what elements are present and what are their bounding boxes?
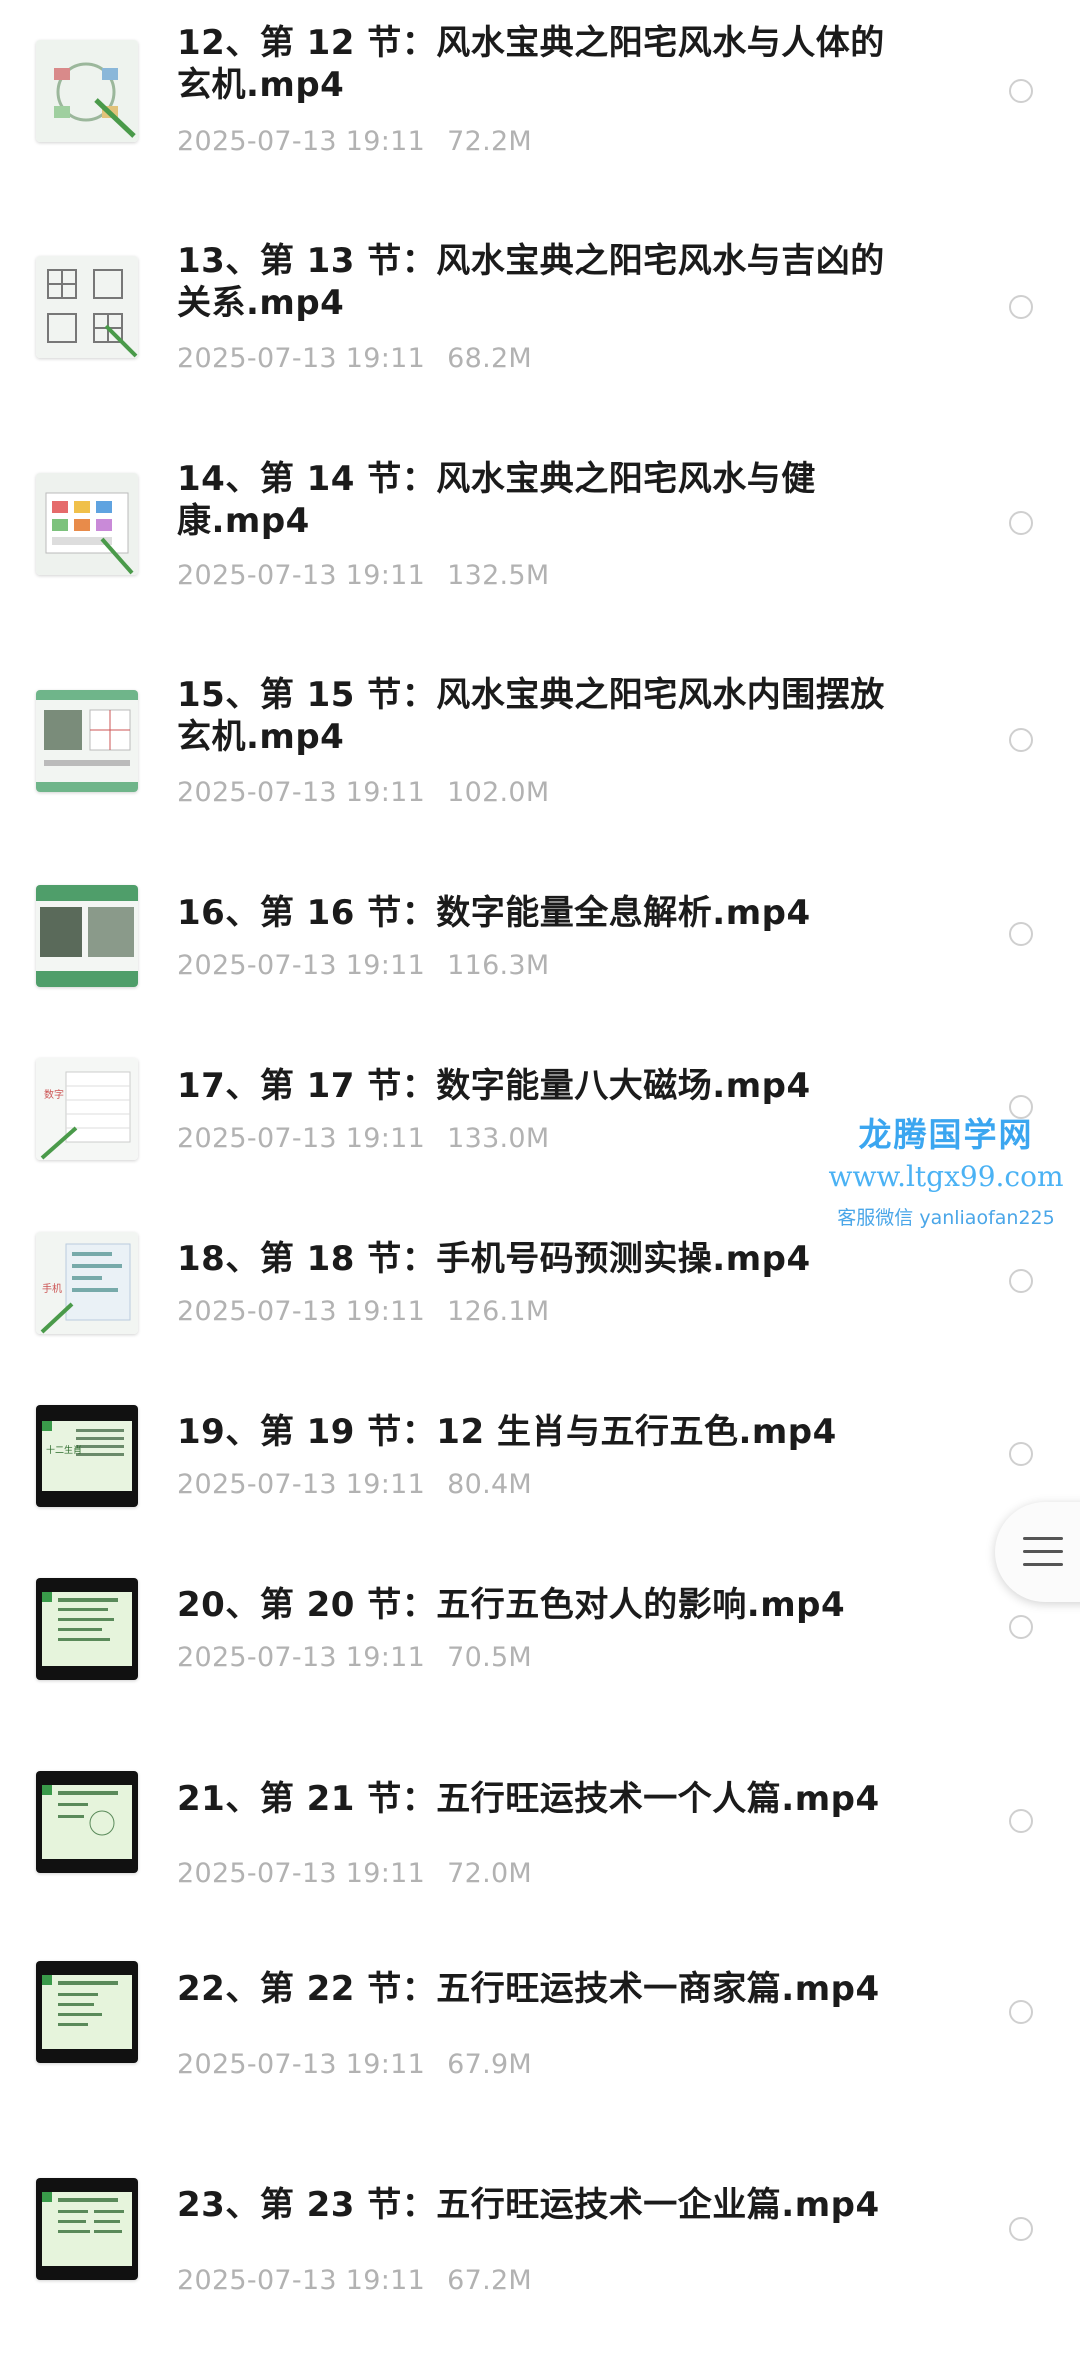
file-title: 12、第 12 节：风水宝典之阳宅风水与人体的玄机.mp4 xyxy=(177,23,885,105)
file-date: 2025-07-13 19:11 xyxy=(177,2265,426,2296)
video-thumbnail-icon: 数字 xyxy=(36,1058,138,1160)
radio-circle-icon[interactable] xyxy=(1009,1615,1033,1639)
file-meta: 2025-07-13 19:11 67.9M xyxy=(177,2049,532,2081)
file-date: 2025-07-13 19:11 xyxy=(177,2049,426,2080)
svg-text:手机: 手机 xyxy=(42,1282,62,1295)
file-size: 133.0M xyxy=(447,1123,550,1154)
file-size: 72.0M xyxy=(447,1858,533,1889)
file-date: 2025-07-13 19:11 xyxy=(177,343,426,374)
file-size: 67.2M xyxy=(447,2265,533,2296)
file-meta: 2025-07-13 19:11 116.3M xyxy=(177,950,550,982)
file-date: 2025-07-13 19:11 xyxy=(177,1642,426,1673)
file-meta: 2025-07-13 19:11 72.2M xyxy=(177,126,532,158)
hamburger-menu-icon xyxy=(1023,1550,1063,1553)
file-size: 80.4M xyxy=(447,1469,533,1500)
file-meta: 2025-07-13 19:11 70.5M xyxy=(177,1642,532,1674)
video-thumbnail-icon xyxy=(36,473,138,575)
video-thumbnail-icon: 手机 xyxy=(36,1232,138,1334)
file-title: 23、第 23 节：五行旺运技术一企业篇.mp4 xyxy=(177,2185,880,2225)
file-title: 22、第 22 节：五行旺运技术一商家篇.mp4 xyxy=(177,1969,880,2009)
radio-circle-icon[interactable] xyxy=(1009,1809,1033,1833)
radio-circle-icon[interactable] xyxy=(1009,295,1033,319)
radio-circle-icon[interactable] xyxy=(1009,2217,1033,2241)
video-thumbnail-icon xyxy=(36,1961,138,2063)
file-meta: 2025-07-13 19:11 102.0M xyxy=(177,777,550,809)
file-title: 17、第 17 节：数字能量八大磁场.mp4 xyxy=(177,1066,811,1106)
file-meta: 2025-07-13 19:11 67.2M xyxy=(177,2265,532,2297)
file-meta: 2025-07-13 19:11 68.2M xyxy=(177,343,532,375)
file-title: 18、第 18 节：手机号码预测实操.mp4 xyxy=(177,1239,811,1279)
file-date: 2025-07-13 19:11 xyxy=(177,1469,426,1500)
video-thumbnail-icon xyxy=(36,256,138,358)
file-size: 116.3M xyxy=(447,950,550,981)
radio-circle-icon[interactable] xyxy=(1009,1442,1033,1466)
radio-circle-icon[interactable] xyxy=(1009,2000,1033,2024)
radio-circle-icon[interactable] xyxy=(1009,1269,1033,1293)
file-title: 16、第 16 节：数字能量全息解析.mp4 xyxy=(177,893,811,933)
file-title: 15、第 15 节：风水宝典之阳宅风水内围摆放玄机.mp4 xyxy=(177,675,885,757)
file-meta: 2025-07-13 19:11 72.0M xyxy=(177,1858,532,1890)
radio-circle-icon[interactable] xyxy=(1009,79,1033,103)
watermark: 龙腾国学网 www.ltgx99.com 客服微信 yanliaofan225 xyxy=(826,1108,1066,1230)
file-title: 20、第 20 节：五行五色对人的影响.mp4 xyxy=(177,1585,846,1625)
file-size: 67.9M xyxy=(447,2049,533,2080)
file-size: 102.0M xyxy=(447,777,550,808)
file-date: 2025-07-13 19:11 xyxy=(177,560,426,591)
floating-menu-button[interactable] xyxy=(995,1502,1080,1602)
video-thumbnail-icon: 十二生肖 xyxy=(36,1405,138,1507)
svg-text:数字: 数字 xyxy=(44,1088,64,1101)
file-size: 68.2M xyxy=(447,343,533,374)
watermark-contact: 客服微信 yanliaofan225 xyxy=(837,1207,1055,1229)
file-meta: 2025-07-13 19:11 80.4M xyxy=(177,1469,532,1501)
radio-circle-icon[interactable] xyxy=(1009,511,1033,535)
file-date: 2025-07-13 19:11 xyxy=(177,1123,426,1154)
file-meta: 2025-07-13 19:11 126.1M xyxy=(177,1296,550,1328)
watermark-name: 龙腾国学网 xyxy=(858,1115,1034,1154)
file-date: 2025-07-13 19:11 xyxy=(177,1296,426,1327)
video-thumbnail-icon xyxy=(36,690,138,792)
video-thumbnail-icon xyxy=(36,1771,138,1873)
radio-circle-icon[interactable] xyxy=(1009,728,1033,752)
file-title: 13、第 13 节：风水宝典之阳宅风水与吉凶的关系.mp4 xyxy=(177,241,885,323)
video-thumbnail-icon xyxy=(36,1578,138,1680)
file-title: 21、第 21 节：五行旺运技术一个人篇.mp4 xyxy=(177,1779,880,1819)
file-title: 14、第 14 节：风水宝典之阳宅风水与健康.mp4 xyxy=(177,459,816,541)
hamburger-menu-icon xyxy=(1023,1537,1063,1540)
svg-text:十二生肖: 十二生肖 xyxy=(46,1444,82,1456)
file-date: 2025-07-13 19:11 xyxy=(177,1858,426,1889)
file-date: 2025-07-13 19:11 xyxy=(177,777,426,808)
hamburger-menu-icon xyxy=(1023,1563,1063,1566)
file-size: 70.5M xyxy=(447,1642,533,1673)
file-title: 19、第 19 节：12 生肖与五行五色.mp4 xyxy=(177,1412,837,1452)
file-date: 2025-07-13 19:11 xyxy=(177,126,426,157)
file-meta: 2025-07-13 19:11 132.5M xyxy=(177,560,550,592)
file-size: 72.2M xyxy=(447,126,533,157)
video-thumbnail-icon xyxy=(36,885,138,987)
file-size: 132.5M xyxy=(447,560,550,591)
file-date: 2025-07-13 19:11 xyxy=(177,950,426,981)
radio-circle-icon[interactable] xyxy=(1009,922,1033,946)
video-thumbnail-icon xyxy=(36,2178,138,2280)
file-size: 126.1M xyxy=(447,1296,550,1327)
file-meta: 2025-07-13 19:11 133.0M xyxy=(177,1123,550,1155)
watermark-url: www.ltgx99.com xyxy=(828,1160,1064,1193)
video-thumbnail-icon xyxy=(36,40,138,142)
